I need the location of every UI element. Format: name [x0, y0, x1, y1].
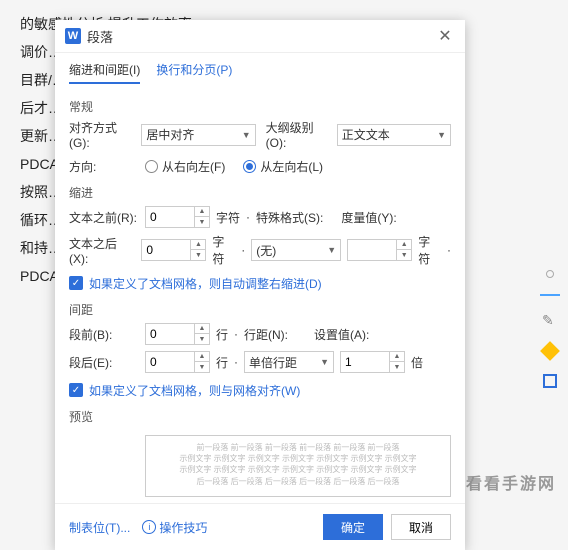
alignment-combo[interactable]: 居中对齐 ▼: [141, 124, 255, 146]
direction-rtl-radio[interactable]: 从右向左(F): [145, 158, 225, 175]
direction-rtl-label: 从右向左(F): [162, 158, 225, 175]
dropdown-icon: ▼: [327, 245, 336, 255]
after-para-input[interactable]: [146, 352, 194, 372]
special-value: (无): [256, 242, 276, 259]
spin-down-icon[interactable]: ▼: [195, 334, 209, 344]
snap-grid-label: 如果定义了文档网格，则与网格对齐(W): [89, 382, 300, 399]
outline-combo[interactable]: 正文文本 ▼: [337, 124, 451, 146]
spin-up-icon[interactable]: ▲: [390, 352, 404, 362]
after-para-label: 段后(E):: [69, 354, 139, 371]
radio-icon: [243, 160, 256, 173]
paragraph-dialog: W 段落 ✕ 缩进和间距(I) 换行和分页(P) 常规 对齐方式(G): 居中对…: [55, 20, 465, 550]
special-label: 特殊格式(S):: [256, 209, 323, 226]
title-bar: W 段落 ✕: [55, 20, 465, 53]
outline-value: 正文文本: [342, 126, 390, 143]
radio-icon: [145, 160, 158, 173]
direction-ltr-radio[interactable]: 从左向右(L): [243, 158, 323, 175]
set-at-input[interactable]: [341, 352, 389, 372]
right-toolbar: ✎: [540, 270, 560, 388]
tool-pencil-icon[interactable]: ✎: [542, 312, 558, 328]
spin-up-icon[interactable]: ▲: [191, 240, 205, 250]
preview-section-label: 预览: [69, 408, 451, 425]
spin-up-icon[interactable]: ▲: [195, 207, 209, 217]
before-para-spinner[interactable]: ▲▼: [145, 323, 210, 345]
preview-box: 前一段落 前一段落 前一段落 前一段落 前一段落 前一段落 示例文字 示例文字 …: [145, 435, 451, 497]
before-text-spinner[interactable]: ▲▼: [145, 206, 210, 228]
before-para-input[interactable]: [146, 324, 194, 344]
set-at-label: 设置值(A):: [314, 326, 369, 343]
measure-unit: 字符: [418, 233, 441, 267]
line-spacing-label: 行距(N):: [244, 326, 288, 343]
before-text-input[interactable]: [146, 207, 194, 227]
spin-up-icon[interactable]: ▲: [397, 240, 411, 250]
unit-line: 行: [216, 326, 228, 343]
app-icon: W: [65, 28, 81, 44]
direction-label: 方向:: [69, 158, 139, 175]
before-text-label: 文本之前(R):: [69, 209, 139, 226]
dropdown-icon: ▼: [242, 130, 251, 140]
spin-up-icon[interactable]: ▲: [195, 324, 209, 334]
auto-indent-checkbox[interactable]: ✓ 如果定义了文档网格，则自动调整右缩进(D): [69, 275, 322, 292]
tips-label: 操作技巧: [159, 519, 207, 536]
tool-diamond-icon[interactable]: [540, 341, 560, 361]
unit-char: 字符: [216, 209, 240, 226]
tabstop-button[interactable]: 制表位(T)...: [69, 519, 130, 536]
tab-bar: 缩进和间距(I) 换行和分页(P): [55, 53, 465, 88]
after-text-input[interactable]: [142, 240, 190, 260]
after-text-spinner[interactable]: ▲▼: [141, 239, 206, 261]
auto-indent-label: 如果定义了文档网格，则自动调整右缩进(D): [89, 275, 322, 292]
tool-square-icon[interactable]: [543, 374, 557, 388]
measure-spinner[interactable]: ▲▼: [347, 239, 412, 261]
dropdown-icon: ▼: [320, 357, 329, 367]
alignment-value: 居中对齐: [146, 126, 194, 143]
tab-indent-spacing[interactable]: 缩进和间距(I): [69, 61, 140, 84]
snap-grid-checkbox[interactable]: ✓ 如果定义了文档网格，则与网格对齐(W): [69, 382, 300, 399]
dialog-footer: 制表位(T)... i 操作技巧 确定 取消: [55, 503, 465, 550]
line-spacing-value: 单倍行距: [249, 354, 297, 371]
checkbox-icon: ✓: [69, 276, 83, 290]
set-at-spinner[interactable]: ▲▼: [340, 351, 405, 373]
cancel-button[interactable]: 取消: [391, 514, 451, 540]
direction-ltr-label: 从左向右(L): [260, 158, 323, 175]
before-para-label: 段前(B):: [69, 326, 139, 343]
spin-down-icon[interactable]: ▼: [397, 250, 411, 260]
set-at-unit: 倍: [411, 354, 423, 371]
spin-down-icon[interactable]: ▼: [390, 362, 404, 372]
spin-up-icon[interactable]: ▲: [195, 352, 209, 362]
tool-underline-icon[interactable]: [540, 294, 560, 296]
tab-line-page-breaks[interactable]: 换行和分页(P): [156, 61, 232, 84]
unit-line: 行: [216, 354, 228, 371]
special-combo[interactable]: (无) ▼: [251, 239, 341, 261]
outline-label: 大纲级别(O):: [266, 119, 331, 150]
alignment-label: 对齐方式(G):: [69, 119, 135, 150]
general-section-label: 常规: [69, 98, 451, 115]
indent-section-label: 缩进: [69, 184, 451, 201]
spin-down-icon[interactable]: ▼: [195, 362, 209, 372]
lightbulb-icon: i: [142, 520, 156, 534]
measure-input[interactable]: [348, 240, 396, 260]
tips-button[interactable]: i 操作技巧: [142, 519, 207, 536]
after-text-label: 文本之后(X):: [69, 235, 135, 266]
unit-char: 字符: [212, 233, 235, 267]
spin-down-icon[interactable]: ▼: [195, 217, 209, 227]
checkbox-icon: ✓: [69, 383, 83, 397]
ok-button[interactable]: 确定: [323, 514, 383, 540]
spacing-section-label: 间距: [69, 301, 451, 318]
after-para-spinner[interactable]: ▲▼: [145, 351, 210, 373]
dialog-title: 段落: [87, 27, 435, 46]
dropdown-icon: ▼: [437, 130, 446, 140]
tool-dot-icon[interactable]: [546, 270, 554, 278]
line-spacing-combo[interactable]: 单倍行距 ▼: [244, 351, 334, 373]
watermark: 看看手游网: [466, 470, 556, 494]
spin-down-icon[interactable]: ▼: [191, 250, 205, 260]
measure-label: 度量值(Y):: [341, 209, 396, 226]
close-button[interactable]: ✕: [435, 26, 455, 46]
